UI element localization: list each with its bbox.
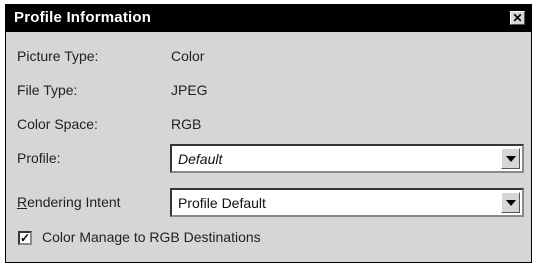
color-space-value: RGB bbox=[171, 116, 202, 132]
close-button[interactable]: ✕ bbox=[510, 11, 525, 25]
color-manage-label[interactable]: Color Manage to RGB Destinations bbox=[42, 229, 261, 245]
picture-type-label: Picture Type: bbox=[17, 48, 99, 64]
rendering-intent-selected-value: Profile Default bbox=[178, 195, 266, 211]
file-type-label: File Type: bbox=[17, 82, 78, 98]
rendering-intent-select[interactable]: Profile Default bbox=[170, 188, 524, 217]
checkmark-icon: ✓ bbox=[20, 231, 31, 245]
profile-label: Profile: bbox=[17, 150, 61, 166]
window-title: Profile Information bbox=[14, 9, 152, 26]
profile-dropdown-button[interactable] bbox=[501, 148, 520, 169]
picture-type-value: Color bbox=[171, 48, 205, 64]
color-manage-checkbox[interactable]: ✓ bbox=[18, 231, 32, 245]
file-type-value: JPEG bbox=[171, 82, 208, 98]
profile-information-dialog: Profile Information ✕ bbox=[5, 4, 532, 263]
title-bar[interactable]: Profile Information ✕ bbox=[6, 5, 531, 32]
profile-select[interactable]: Default bbox=[170, 144, 524, 173]
rendering-intent-label: Rendering Intent bbox=[17, 194, 121, 210]
color-space-label: Color Space: bbox=[17, 116, 98, 132]
profile-selected-value: Default bbox=[178, 151, 223, 167]
rendering-intent-dropdown-button[interactable] bbox=[501, 192, 520, 213]
close-icon: ✕ bbox=[512, 11, 523, 25]
